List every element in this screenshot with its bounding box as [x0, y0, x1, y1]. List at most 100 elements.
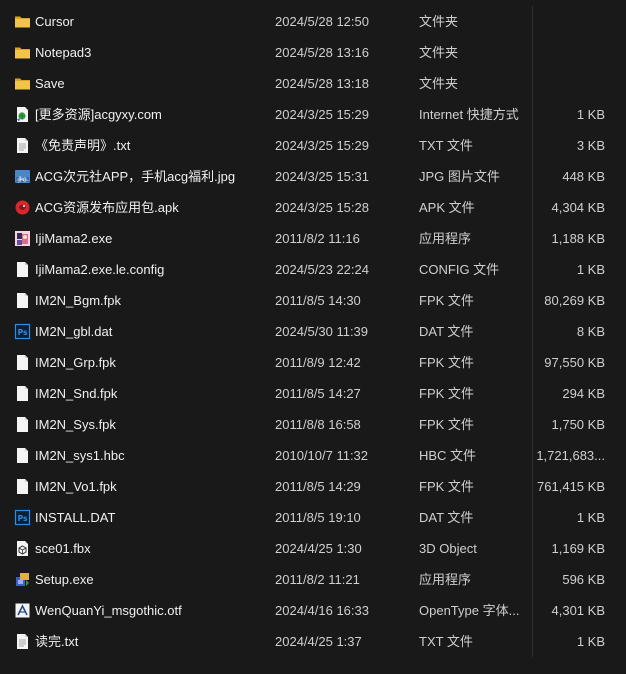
file-type: JPG 图片文件 [419, 169, 500, 184]
file-icon-cell [14, 254, 32, 285]
file-type: FPK 文件 [419, 293, 474, 308]
file-row[interactable]: IM2N_Snd.fpk 2011/8/5 14:27 FPK 文件 294 KB [0, 378, 626, 409]
file-icon-cell [14, 68, 32, 99]
file-name: ACG次元社APP，手机acg福利.jpg [35, 169, 236, 184]
file-row[interactable]: Ps IM2N_gbl.dat 2024/5/30 11:39 DAT 文件 8 KB [0, 316, 626, 347]
column-divider [532, 626, 533, 657]
app-exe-icon [14, 230, 31, 247]
file-size: 4,301 KB [551, 603, 606, 618]
blank-file-icon [14, 447, 31, 464]
ps-file-icon: Ps [14, 509, 31, 526]
file-size: 1 KB [576, 262, 605, 277]
file-size: 1 KB [576, 634, 605, 649]
file-icon-cell [14, 409, 32, 440]
file-icon-cell [14, 130, 32, 161]
file-row[interactable]: IjiMama2.exe 2011/8/2 11:16 应用程序 1,188 KB [0, 223, 626, 254]
file-name: IM2N_Vo1.fpk [35, 479, 117, 494]
file-row[interactable]: Save 2024/5/28 13:18 文件夹 [0, 68, 626, 99]
file-name: WenQuanYi_msgothic.otf [35, 603, 182, 618]
file-date-modified: 2024/5/23 22:24 [275, 262, 369, 277]
text-file-icon [14, 137, 31, 154]
apk-package-icon [14, 199, 31, 216]
file-type: HBC 文件 [419, 448, 477, 463]
file-row[interactable]: 读完.txt 2024/4/25 1:37 TXT 文件 1 KB [0, 626, 626, 657]
file-type: 应用程序 [419, 572, 472, 587]
jpg-image-icon: JPG [14, 168, 31, 185]
file-date-modified: 2011/8/5 14:30 [275, 293, 361, 308]
file-name: 《免责声明》.txt [35, 138, 131, 153]
file-row[interactable]: IM2N_Bgm.fpk 2011/8/5 14:30 FPK 文件 80,269 K… [0, 285, 626, 316]
file-date-modified: 2024/5/28 12:50 [275, 14, 369, 29]
file-name: IjiMama2.exe [35, 231, 113, 246]
file-row[interactable]: [更多资源]acgyxy.com 2024/3/25 15:29 Internet … [0, 99, 626, 130]
file-date-modified: 2011/8/9 12:42 [275, 355, 361, 370]
file-row[interactable]: IM2N_Grp.fpk 2011/8/9 12:42 FPK 文件 97,550 K… [0, 347, 626, 378]
column-divider [532, 471, 533, 502]
file-name: Cursor [35, 14, 75, 29]
file-icon-cell [14, 564, 32, 595]
file-row[interactable]: Notepad3 2024/5/28 13:16 文件夹 [0, 37, 626, 68]
file-size: 1,188 KB [551, 231, 606, 246]
file-size [530, 37, 605, 68]
file-date-modified: 2024/4/25 1:37 [275, 634, 362, 649]
file-row[interactable]: Ps INSTALL.DAT 2011/8/5 19:10 DAT 文件 1 KB [0, 502, 626, 533]
svg-text:Ps: Ps [18, 514, 28, 523]
blank-file-icon [14, 416, 31, 433]
file-size: 1,721,683... [536, 448, 605, 463]
file-row[interactable]: sce01.fbx 2024/4/25 1:30 3D Object 1,169 KB [0, 533, 626, 564]
file-date-modified: 2024/4/16 16:33 [275, 603, 369, 618]
file-date-modified: 2010/10/7 11:32 [275, 448, 369, 463]
column-divider [532, 192, 533, 223]
column-divider [532, 130, 533, 161]
file-row[interactable]: JPG ACG次元社APP，手机acg福利.jpg 2024/3/25 15:31 J… [0, 161, 626, 192]
file-icon-cell [14, 347, 32, 378]
file-row[interactable]: ACG资源发布应用包.apk 2024/3/25 15:28 APK 文件 4,304… [0, 192, 626, 223]
file-date-modified: 2024/5/28 13:18 [275, 76, 369, 91]
ps-file-icon: Ps [14, 323, 31, 340]
blank-file-icon [14, 478, 31, 495]
file-name: Setup.exe [35, 572, 94, 587]
folder-icon [14, 75, 31, 92]
column-divider [532, 440, 533, 471]
file-icon-cell: Ps [14, 316, 32, 347]
file-type: TXT 文件 [419, 138, 473, 153]
file-icon-cell [14, 223, 32, 254]
file-row[interactable]: IM2N_Vo1.fpk 2011/8/5 14:29 FPK 文件 761,415 … [0, 471, 626, 502]
column-divider [532, 502, 533, 533]
file-icon-cell [14, 471, 32, 502]
file-row[interactable]: IjiMama2.exe.le.config 2024/5/23 22:24 CON… [0, 254, 626, 285]
file-date-modified: 2024/3/25 15:29 [275, 107, 369, 122]
file-name: INSTALL.DAT [35, 510, 116, 525]
file-row[interactable]: Setup.exe 2011/8/2 11:21 应用程序 596 KB [0, 564, 626, 595]
column-divider [532, 161, 533, 192]
file-type: Internet 快捷方式 [419, 107, 519, 122]
file-type: 应用程序 [419, 231, 472, 246]
column-divider [532, 37, 533, 68]
file-row[interactable]: IM2N_Sys.fpk 2011/8/8 16:58 FPK 文件 1,750 KB [0, 409, 626, 440]
column-divider [532, 595, 533, 626]
file-icon-cell [14, 595, 32, 626]
file-date-modified: 2011/8/5 14:27 [275, 386, 361, 401]
file-row[interactable]: Cursor 2024/5/28 12:50 文件夹 [0, 6, 626, 37]
file-icon-cell [14, 6, 32, 37]
file-name: sce01.fbx [35, 541, 91, 556]
file-name: IM2N_Sys.fpk [35, 417, 116, 432]
file-row[interactable]: WenQuanYi_msgothic.otf 2024/4/16 16:33 Ope… [0, 595, 626, 626]
file-type: 文件夹 [419, 76, 459, 91]
file-icon-cell [14, 533, 32, 564]
file-date-modified: 2011/8/5 19:10 [275, 510, 361, 525]
file-date-modified: 2011/8/2 11:16 [275, 231, 360, 246]
file-date-modified: 2011/8/5 14:29 [275, 479, 361, 494]
file-icon-cell [14, 285, 32, 316]
file-type: APK 文件 [419, 200, 475, 215]
file-size: 761,415 KB [537, 479, 605, 494]
file-icon-cell [14, 192, 32, 223]
file-row[interactable]: IM2N_sys1.hbc 2010/10/7 11:32 HBC 文件 1,721,… [0, 440, 626, 471]
file-type: 3D Object [419, 541, 477, 556]
file-name: IjiMama2.exe.le.config [35, 262, 165, 277]
file-name: Save [35, 76, 65, 91]
file-size [530, 68, 605, 99]
folder-icon [14, 13, 31, 30]
file-row[interactable]: 《免责声明》.txt 2024/3/25 15:29 TXT 文件 3 KB [0, 130, 626, 161]
column-divider [532, 223, 533, 254]
